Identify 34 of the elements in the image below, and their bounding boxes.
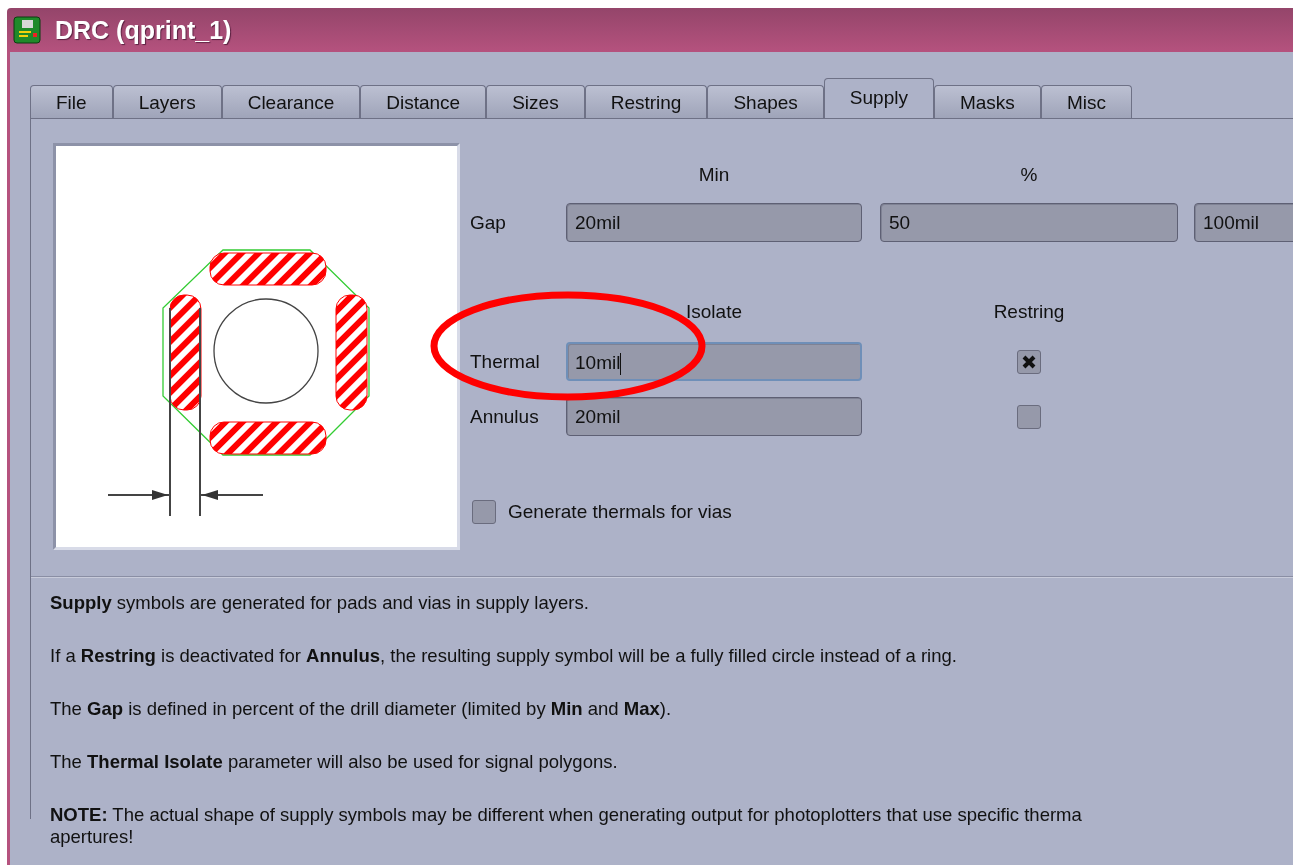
tab[interactable]: Layers xyxy=(112,85,222,118)
tab[interactable]: Supply xyxy=(823,78,934,118)
field-label: Thermal xyxy=(470,350,541,373)
tab[interactable]: Misc xyxy=(1040,85,1132,118)
tab[interactable]: Distance xyxy=(360,85,487,118)
tab[interactable]: Clearance xyxy=(221,85,361,118)
column-header: % xyxy=(1019,163,1039,187)
help-paragraph: NOTE: The actual shape of supply symbols may be different when generating output for photoplotters that use specific therma apertures! xyxy=(50,804,1083,848)
input-field[interactable]: 10mil xyxy=(566,342,862,381)
window-title: DRC (qprint_1) xyxy=(55,15,232,45)
input-field[interactable]: 100mil xyxy=(1194,203,1293,242)
checkbox[interactable] xyxy=(1017,404,1041,429)
column-header: Isolate xyxy=(685,300,743,324)
checkbox[interactable] xyxy=(472,500,496,524)
field-label: Gap xyxy=(470,211,507,234)
tab[interactable]: Restring xyxy=(584,85,708,118)
field-label: Annulus xyxy=(470,405,540,428)
column-header: Min xyxy=(697,163,731,187)
tab[interactable]: Masks xyxy=(933,85,1041,118)
tab[interactable]: Sizes xyxy=(486,85,585,118)
column-header: Restring xyxy=(992,300,1066,324)
input-field[interactable]: 20mil xyxy=(566,397,862,436)
help-paragraph: The Thermal Isolate parameter will also be used for signal polygons. xyxy=(50,751,619,773)
input-field[interactable]: 20mil xyxy=(566,203,862,242)
help-paragraph: Supply symbols are generated for pads and vias in supply layers. xyxy=(50,592,590,614)
help-paragraph: If a Restring is deactivated for Annulus, the resulting supply symbol will be a fully filled circle instead of a ring. xyxy=(50,645,958,667)
tab[interactable]: Shapes xyxy=(707,85,824,118)
x-mark-icon xyxy=(1021,353,1037,370)
circuit-board-icon xyxy=(13,16,41,44)
tab[interactable]: File xyxy=(30,85,113,118)
checkbox[interactable] xyxy=(1017,349,1041,374)
checkbox-label: Generate thermals for vias xyxy=(508,501,732,523)
help-paragraph: The Gap is defined in percent of the drill diameter (limited by Min and Max). xyxy=(50,698,673,720)
input-field[interactable]: 50 xyxy=(880,203,1178,242)
